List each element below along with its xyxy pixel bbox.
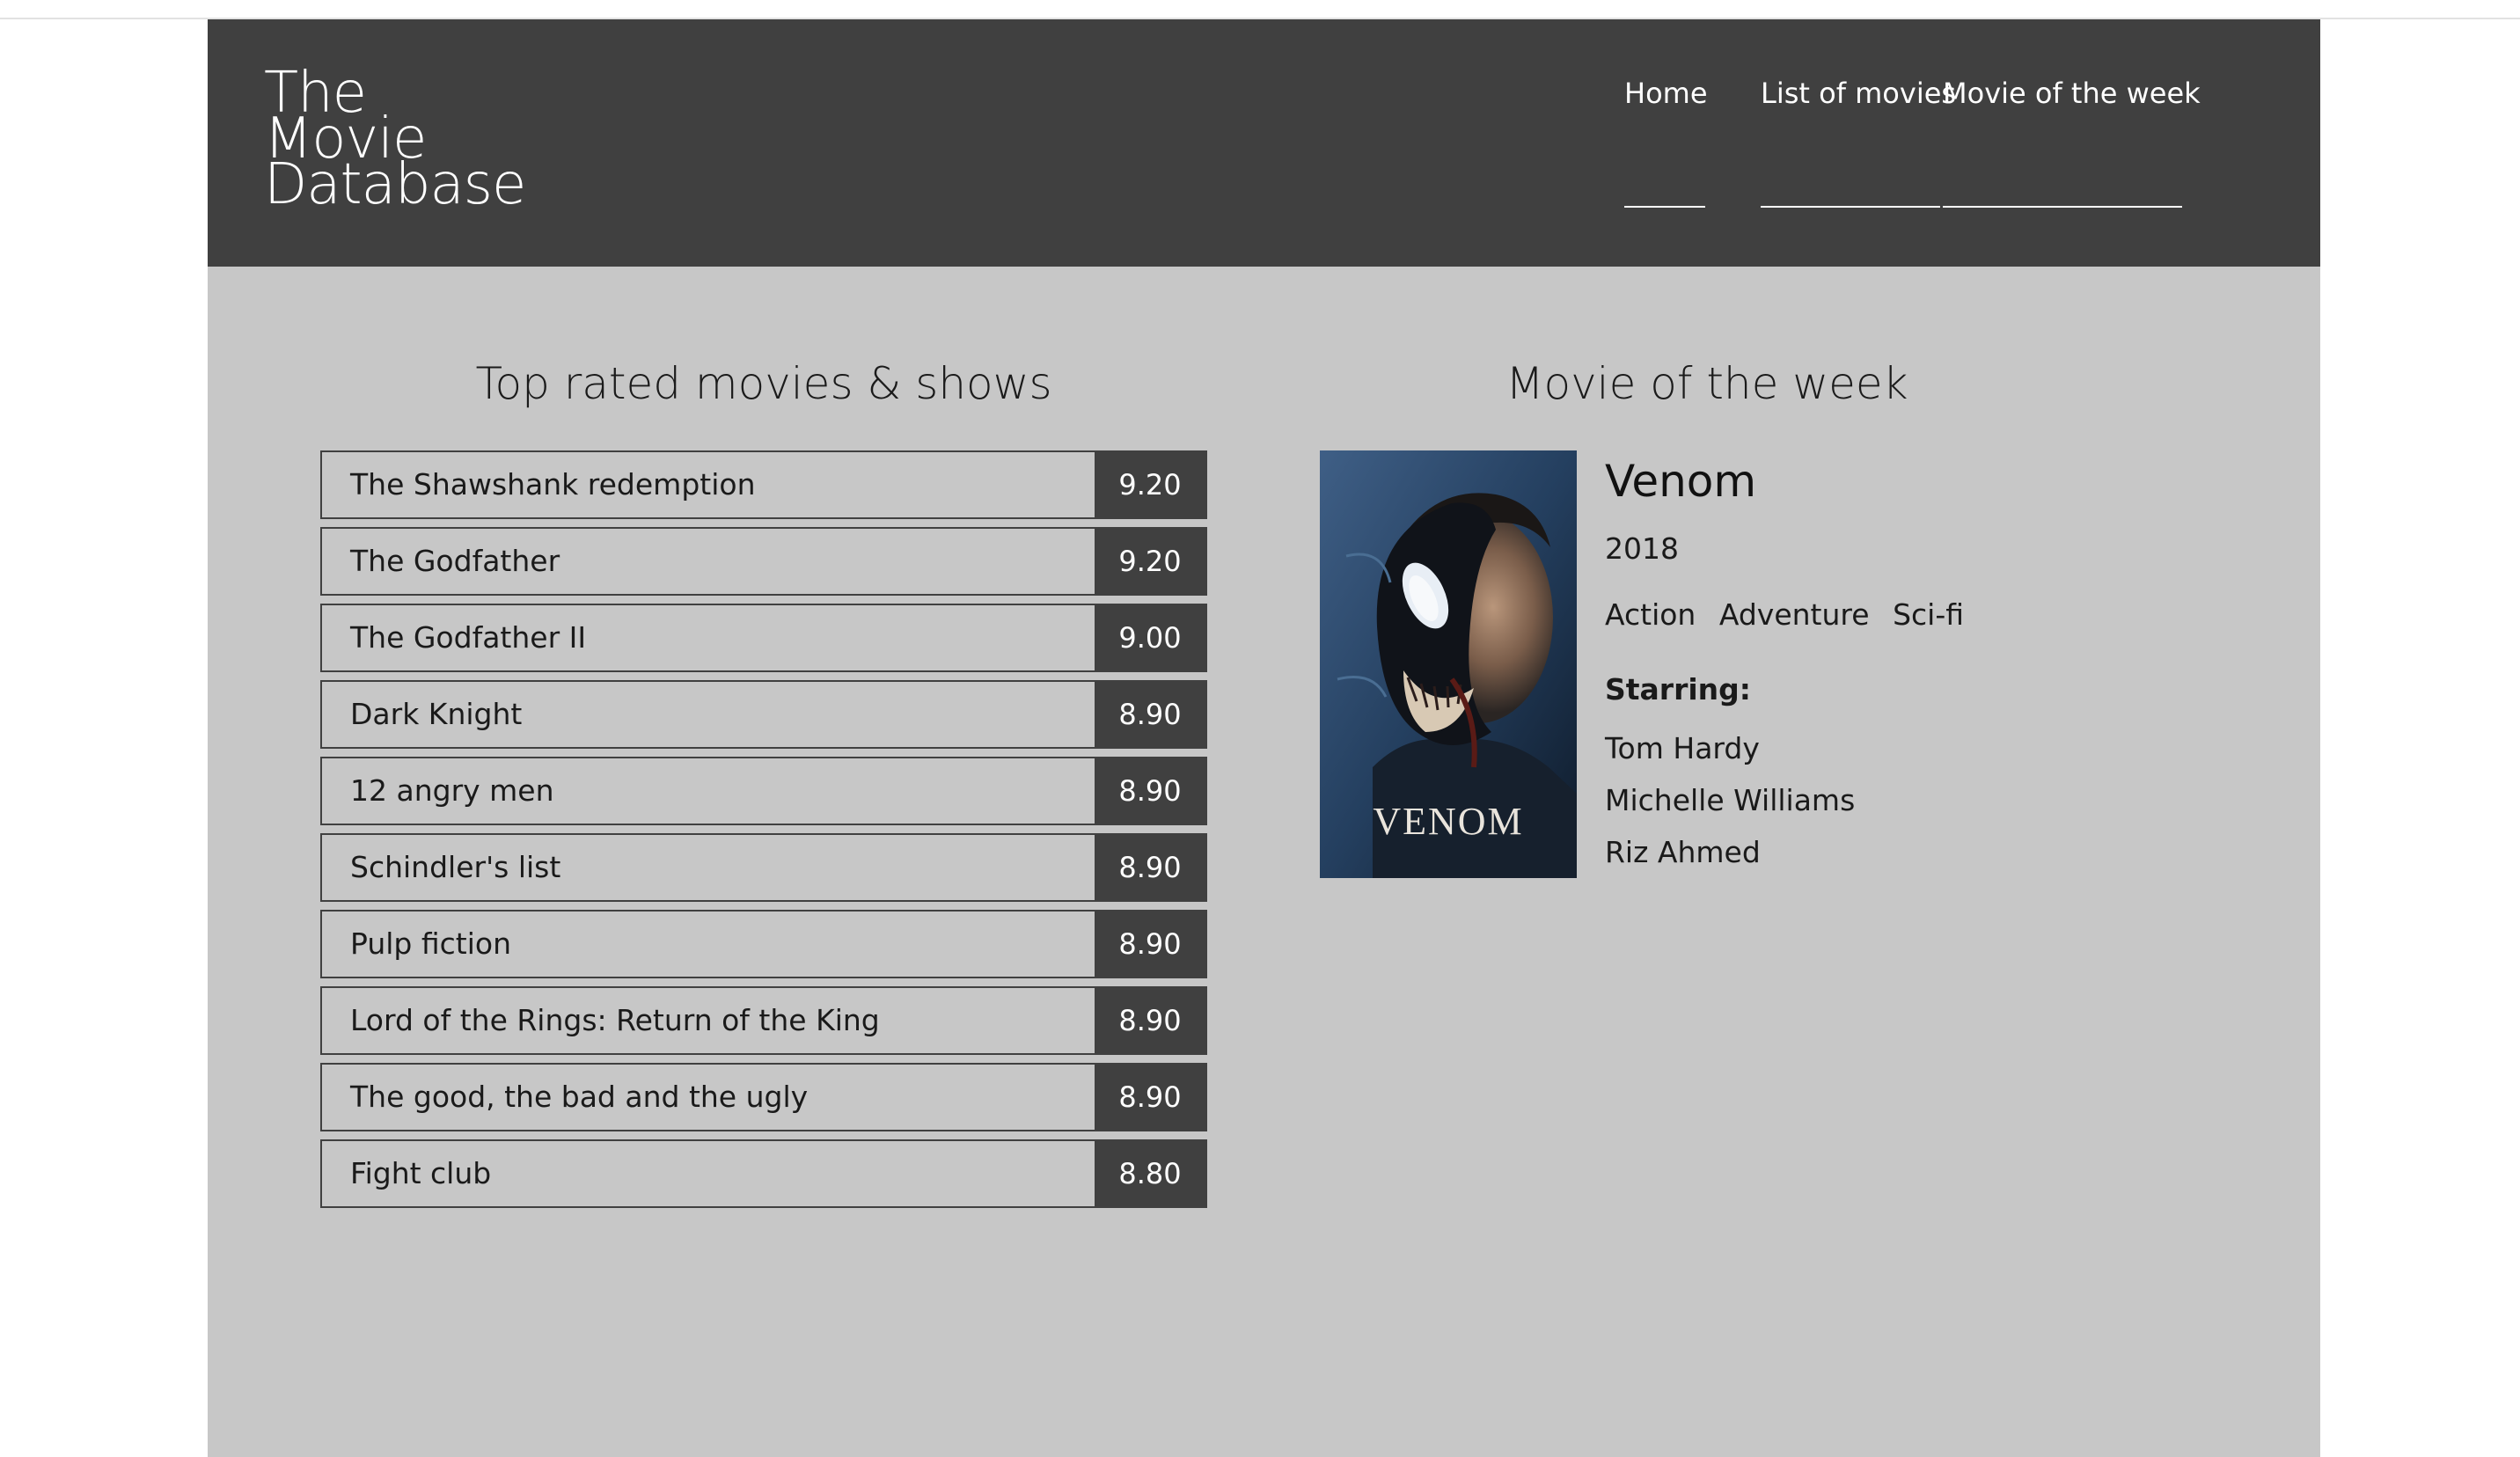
movie-title: The Godfather II: [350, 620, 587, 655]
movie-poster-image[interactable]: VENOM: [1320, 450, 1577, 878]
genre-tag[interactable]: Sci-fi: [1893, 597, 1964, 632]
featured-movie-genres: Action Adventure Sci-fi: [1605, 596, 1978, 634]
nav-list-of-movies-link[interactable]: List of movies: [1761, 74, 1956, 113]
site-container: The Movie Database Home List of movies M…: [208, 19, 2320, 1457]
movie-title: The Godfather: [350, 544, 560, 578]
featured-movie-title: Venom: [1605, 456, 1757, 507]
cast-member[interactable]: Riz Ahmed: [1605, 833, 1761, 872]
movie-score: 8.90: [1095, 835, 1205, 900]
movie-score: 8.80: [1095, 1141, 1205, 1206]
movie-title: The Shawshank redemption: [350, 467, 756, 502]
movie-row[interactable]: The Godfather 9.20: [320, 527, 1207, 596]
movie-row[interactable]: Pulp fiction 8.90: [320, 910, 1207, 978]
movie-score: 9.00: [1095, 605, 1205, 670]
genre-tag[interactable]: Adventure: [1719, 597, 1870, 632]
movie-title: Schindler's list: [350, 850, 561, 884]
movie-score: 8.90: [1095, 758, 1205, 824]
poster-title-text: VENOM: [1373, 800, 1523, 843]
movie-title: Lord of the Rings: Return of the King: [350, 1003, 880, 1037]
genre-tag[interactable]: Action: [1605, 597, 1696, 632]
featured-movie-year: 2018: [1605, 531, 1679, 566]
movie-row[interactable]: 12 angry men 8.90: [320, 757, 1207, 825]
cast-member[interactable]: Tom Hardy: [1605, 729, 1760, 768]
venom-poster-illustration: VENOM: [1320, 450, 1577, 878]
movie-title: 12 angry men: [350, 773, 554, 808]
movie-title: Pulp fiction: [350, 926, 511, 961]
movie-title: The good, the bad and the ugly: [350, 1080, 809, 1114]
movie-row[interactable]: The Godfather II 9.00: [320, 604, 1207, 672]
nav-movie-of-week-link[interactable]: Movie of the week: [1943, 74, 2201, 113]
movie-score: 8.90: [1095, 1065, 1205, 1130]
movie-row[interactable]: Lord of the Rings: Return of the King 8.…: [320, 986, 1207, 1055]
nav-list-of-movies-underline: [1761, 206, 1940, 208]
site-header: The Movie Database Home List of movies M…: [208, 19, 2320, 267]
starring-label: Starring:: [1605, 672, 1751, 707]
site-logo[interactable]: The Movie Database: [264, 65, 526, 217]
movie-score: 9.20: [1095, 452, 1205, 517]
cast-member[interactable]: Michelle Williams: [1605, 781, 1855, 820]
nav-movie-of-week-underline: [1943, 206, 2182, 208]
nav-home-link[interactable]: Home: [1624, 74, 1708, 113]
nav-home-underline: [1624, 206, 1705, 208]
movie-score: 8.90: [1095, 912, 1205, 977]
movie-title: Dark Knight: [350, 697, 523, 731]
movie-row[interactable]: Fight club 8.80: [320, 1139, 1207, 1208]
top-rated-heading: Top rated movies & shows: [475, 358, 1052, 409]
movie-score: 9.20: [1095, 529, 1205, 594]
logo-line-3: Database: [264, 152, 526, 217]
movie-score: 8.90: [1095, 988, 1205, 1053]
movie-row[interactable]: The good, the bad and the ugly 8.90: [320, 1063, 1207, 1131]
movie-row[interactable]: The Shawshank redemption 9.20: [320, 450, 1207, 519]
movie-of-week-heading: Movie of the week: [1505, 358, 1908, 409]
movie-row[interactable]: Dark Knight 8.90: [320, 680, 1207, 749]
movie-title: Fight club: [350, 1156, 492, 1190]
movie-row[interactable]: Schindler's list 8.90: [320, 833, 1207, 902]
movie-score: 8.90: [1095, 682, 1205, 747]
